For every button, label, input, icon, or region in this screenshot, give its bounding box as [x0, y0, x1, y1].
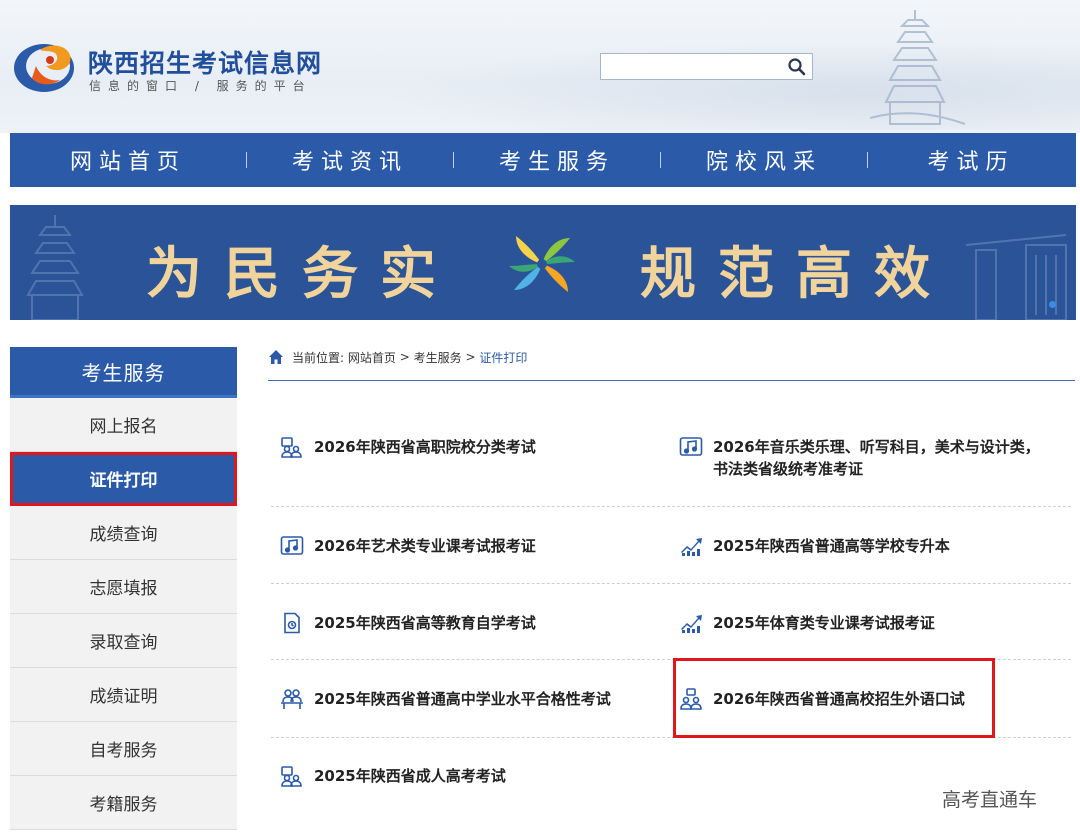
exam-link-label: 2025年陕西省高等教育自学考试	[314, 614, 536, 632]
people-presentation-icon	[680, 688, 702, 710]
breadcrumb-home-link[interactable]: 网站首页	[348, 349, 396, 366]
slogan-banner: 为民务实 规范高效	[10, 205, 1076, 320]
sidebar-item-application-filling[interactable]: 志愿填报	[10, 560, 237, 614]
exam-link-adult-college-entrance[interactable]: 2025年陕西省成人高考考试	[280, 765, 660, 787]
exam-link-vocational-classified[interactable]: 2026年陕西省高职院校分类考试	[280, 436, 660, 458]
search-icon[interactable]	[786, 56, 808, 78]
nav-exam-calendar[interactable]: 考试历	[868, 133, 1074, 187]
sidebar-title: 考生服务	[10, 347, 237, 398]
banner-slogan-right: 规范高效	[640, 241, 952, 307]
sidebar-item-online-registration[interactable]: 网上报名	[10, 398, 237, 452]
sidebar-item-score-query[interactable]: 成绩查询	[10, 506, 237, 560]
row-divider	[271, 506, 1071, 507]
site-title[interactable]: 陕西招生考试信息网	[88, 44, 322, 80]
nav-student-services[interactable]: 考生服务	[454, 133, 660, 187]
trend-up-icon	[681, 538, 702, 556]
banner-carousel-dot[interactable]	[1049, 301, 1056, 308]
breadcrumb-separator: >	[465, 350, 476, 364]
content-divider	[268, 380, 1075, 381]
sidebar-item-self-study-services[interactable]: 自考服务	[10, 722, 237, 776]
exam-link-music-art-calligraphy[interactable]: 2026年音乐类乐理、听写科目，美术与设计类，书法类省级统考准考证	[679, 436, 1059, 480]
exam-link-label: 2025年陕西省普通高等学校专升本	[713, 537, 950, 555]
row-divider	[271, 583, 1071, 584]
sidebar: 考生服务 网上报名 证件打印 成绩查询 志愿填报 录取查询 成绩证明 自考服务 …	[10, 347, 237, 830]
exam-link-label: 2026年艺术类专业课考试报考证	[314, 537, 536, 555]
nav-home[interactable]: 网站首页	[10, 133, 246, 187]
exam-link-college-upgrade[interactable]: 2025年陕西省普通高等学校专升本	[679, 535, 1059, 557]
people-card-icon	[281, 766, 302, 787]
exam-link-high-school-proficiency[interactable]: 2025年陕西省普通高中学业水平合格性考试	[280, 688, 660, 710]
breadcrumb: 当前位置: 网站首页 > 考生服务 > 证件打印	[268, 346, 527, 368]
exam-link-label: 2025年陕西省普通高中学业水平合格性考试	[314, 690, 611, 708]
gate-silhouette-icon	[965, 234, 1067, 320]
exam-link-label: 2026年音乐类乐理、听写科目，美术与设计类，书法类省级统考准考证	[713, 438, 1040, 478]
main-nav: 网站首页 考试资讯 考生服务 院校风采 考试历	[10, 133, 1076, 187]
search-input[interactable]	[601, 54, 781, 79]
exam-link-art-specialty[interactable]: 2026年艺术类专业课考试报考证	[280, 535, 660, 557]
nav-exam-news[interactable]: 考试资讯	[247, 133, 453, 187]
sidebar-item-certificate-print[interactable]: 证件打印	[10, 452, 237, 506]
sidebar-item-student-record-services[interactable]: 考籍服务	[10, 776, 237, 830]
sidebar-item-score-certificate[interactable]: 成绩证明	[10, 668, 237, 722]
row-divider	[271, 659, 1071, 660]
pinwheel-logo-icon	[509, 236, 575, 292]
exam-link-sports-specialty[interactable]: 2025年体育类专业课考试报考证	[679, 612, 1059, 634]
students-desk-icon	[281, 689, 303, 709]
exam-link-label: 2025年体育类专业课考试报考证	[713, 614, 935, 632]
exam-link-self-study[interactable]: 2025年陕西省高等教育自学考试	[280, 612, 660, 634]
site-slogan: 信息的窗口 / 服务的平台	[89, 79, 312, 93]
nav-college-showcase[interactable]: 院校风采	[661, 133, 867, 187]
breadcrumb-separator: >	[399, 350, 410, 364]
music-icon	[679, 437, 703, 456]
site-logo-icon[interactable]	[10, 36, 82, 96]
exam-link-label: 2025年陕西省成人高考考试	[314, 767, 506, 785]
sidebar-item-admission-query[interactable]: 录取查询	[10, 614, 237, 668]
exam-link-label: 2026年陕西省高职院校分类考试	[314, 438, 536, 456]
pagoda-silhouette-icon	[26, 215, 84, 320]
trend-up-icon	[681, 615, 702, 633]
people-card-icon	[281, 437, 302, 458]
site-header: 陕西招生考试信息网 信息的窗口 / 服务的平台	[0, 0, 1080, 133]
exam-link-label: 2026年陕西省普通高校招生外语口试	[713, 690, 965, 708]
breadcrumb-current[interactable]: 证件打印	[479, 349, 527, 366]
banner-slogan-left: 为民务实	[146, 241, 458, 307]
search-box	[600, 53, 813, 80]
pagoda-decoration-icon	[869, 10, 966, 125]
breadcrumb-prefix: 当前位置:	[292, 350, 345, 365]
exam-link-foreign-language-oral[interactable]: 2026年陕西省普通高校招生外语口试	[679, 688, 1059, 710]
music-icon	[280, 536, 304, 555]
breadcrumb-section-link[interactable]: 考生服务	[414, 349, 462, 366]
document-icon	[284, 612, 300, 634]
row-divider	[271, 737, 1071, 738]
watermark-text: 高考直通车	[942, 789, 1038, 811]
home-icon	[269, 350, 283, 364]
